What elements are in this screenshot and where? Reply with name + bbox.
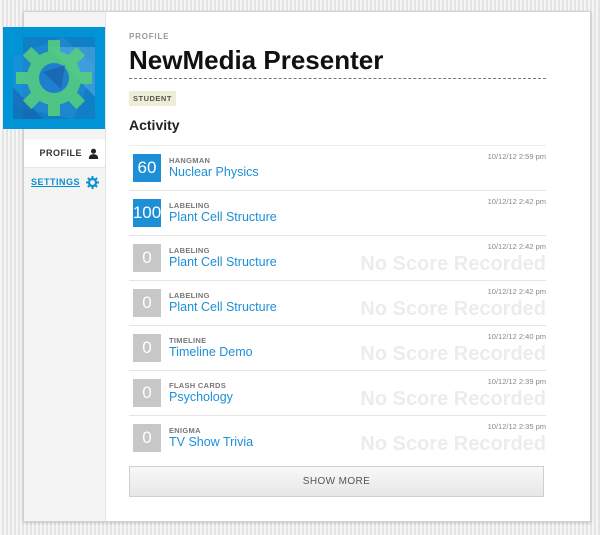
activity-title-link[interactable]: Plant Cell Structure (169, 300, 277, 314)
activity-timestamp: 10/12/12 2:42 pm (487, 242, 546, 251)
no-score-text: No Score Recorded (360, 388, 546, 410)
score-badge: 60 (133, 154, 161, 182)
activity-row[interactable]: 100 LABELING Plant Cell Structure 10/12/… (129, 190, 546, 235)
side-nav: PROFILE SETTINGS (24, 139, 105, 196)
gear-logo-icon (13, 37, 95, 119)
activity-type: ENIGMA (169, 426, 201, 435)
activity-title-link[interactable]: Plant Cell Structure (169, 210, 277, 224)
activity-row[interactable]: 0 LABELING Plant Cell Structure 10/12/12… (129, 280, 546, 325)
section-label: PROFILE (129, 32, 170, 41)
activity-title-link[interactable]: Timeline Demo (169, 345, 253, 359)
activity-type: LABELING (169, 201, 210, 210)
no-score-text: No Score Recorded (360, 253, 546, 275)
activity-type: HANGMAN (169, 156, 211, 165)
score-badge: 0 (133, 289, 161, 317)
score-badge: 0 (133, 334, 161, 362)
user-icon (88, 148, 99, 159)
activity-row[interactable]: 0 FLASH CARDS Psychology 10/12/12 2:39 p… (129, 370, 546, 415)
activity-row[interactable]: 60 HANGMAN Nuclear Physics 10/12/12 2:59… (129, 145, 546, 190)
activity-row[interactable]: 0 ENIGMA TV Show Trivia 10/12/12 2:35 pm… (129, 415, 546, 460)
activity-title-link[interactable]: Psychology (169, 390, 233, 404)
activity-heading: Activity (129, 117, 180, 133)
profile-card: PROFILE SETTINGS PROFILE NewMedia Presen… (23, 11, 591, 522)
sidebar-item-label: SETTINGS (30, 177, 80, 187)
activity-type: LABELING (169, 291, 210, 300)
score-badge: 0 (133, 424, 161, 452)
activity-timestamp: 10/12/12 2:42 pm (487, 197, 546, 206)
show-more-button[interactable]: SHOW MORE (129, 466, 544, 497)
activity-timestamp: 10/12/12 2:39 pm (487, 377, 546, 386)
sidebar-item-label: PROFILE (39, 148, 82, 158)
role-badge: STUDENT (129, 91, 176, 106)
activity-row[interactable]: 0 LABELING Plant Cell Structure 10/12/12… (129, 235, 546, 280)
activity-type: FLASH CARDS (169, 381, 227, 390)
activity-type: TIMELINE (169, 336, 207, 345)
activity-timestamp: 10/12/12 2:42 pm (487, 287, 546, 296)
gear-icon (86, 175, 99, 189)
activity-title-link[interactable]: Nuclear Physics (169, 165, 259, 179)
avatar (3, 27, 105, 129)
no-score-text: No Score Recorded (360, 343, 546, 365)
activity-list: 60 HANGMAN Nuclear Physics 10/12/12 2:59… (129, 145, 546, 460)
sidebar-item-profile[interactable]: PROFILE (24, 139, 105, 168)
activity-type: LABELING (169, 246, 210, 255)
activity-timestamp: 10/12/12 2:40 pm (487, 332, 546, 341)
title-divider (129, 78, 546, 79)
no-score-text: No Score Recorded (360, 433, 546, 455)
score-badge: 0 (133, 379, 161, 407)
page-title: NewMedia Presenter (129, 45, 384, 75)
activity-timestamp: 10/12/12 2:59 pm (487, 152, 546, 161)
no-score-text: No Score Recorded (360, 298, 546, 320)
activity-title-link[interactable]: Plant Cell Structure (169, 255, 277, 269)
sidebar-item-settings[interactable]: SETTINGS (24, 168, 105, 196)
score-badge: 100 (133, 199, 161, 227)
score-badge: 0 (133, 244, 161, 272)
activity-title-link[interactable]: TV Show Trivia (169, 435, 253, 449)
activity-row[interactable]: 0 TIMELINE Timeline Demo 10/12/12 2:40 p… (129, 325, 546, 370)
activity-timestamp: 10/12/12 2:35 pm (487, 422, 546, 431)
